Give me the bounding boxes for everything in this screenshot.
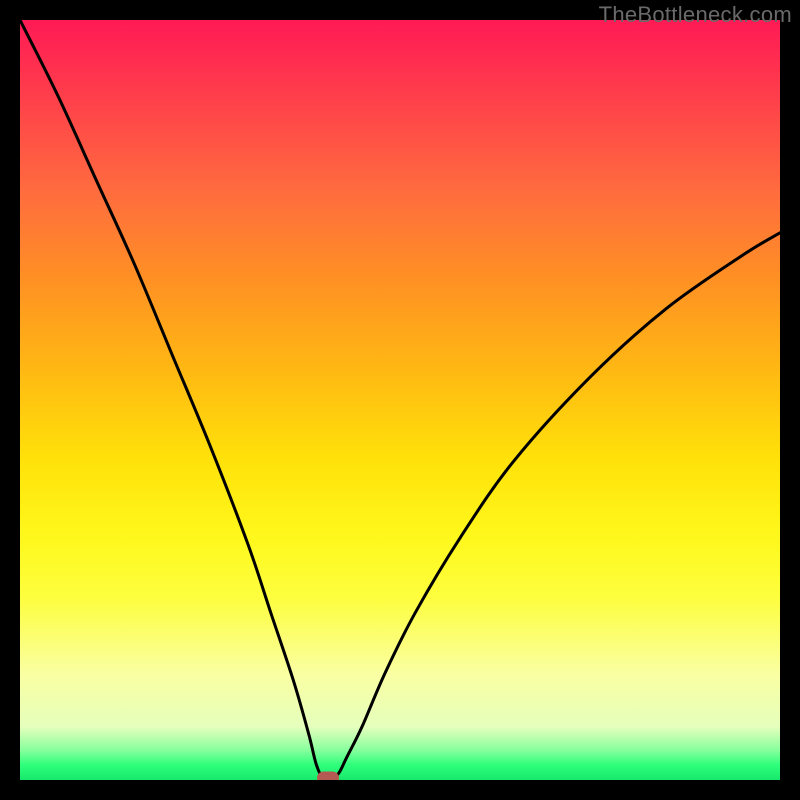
- bottleneck-curve: [20, 20, 780, 780]
- attribution-text: TheBottleneck.com: [599, 2, 792, 28]
- plot-area: [20, 20, 780, 780]
- chart-frame: TheBottleneck.com: [0, 0, 800, 800]
- minimum-point-marker: [317, 772, 339, 781]
